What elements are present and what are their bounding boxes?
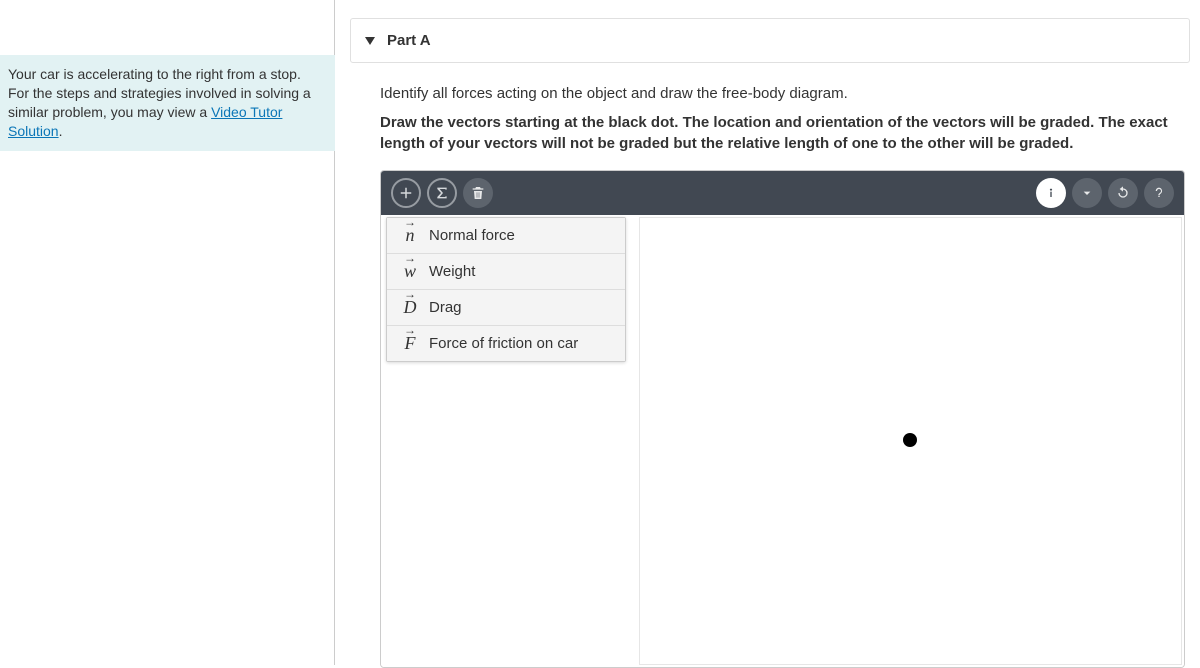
drawing-area[interactable] xyxy=(639,217,1182,665)
vector-symbol: n xyxy=(401,225,419,246)
canvas-body: n Normal force w Weight D Drag F Force o… xyxy=(381,215,1184,667)
vector-picker-menu: n Normal force w Weight D Drag F Force o… xyxy=(386,217,626,362)
question-text: Identify all forces acting on the object… xyxy=(380,83,1190,104)
part-header[interactable]: Part A xyxy=(350,18,1190,63)
vector-option-drag[interactable]: D Drag xyxy=(387,290,625,326)
chevron-down-icon xyxy=(1079,185,1095,201)
collapse-triangle-icon xyxy=(365,37,375,45)
context-text-tail: . xyxy=(59,123,63,139)
vector-label: Force of friction on car xyxy=(429,335,578,352)
vector-label: Weight xyxy=(429,263,475,280)
sum-button[interactable] xyxy=(427,178,457,208)
vector-symbol: w xyxy=(401,261,419,282)
plus-icon xyxy=(397,184,415,202)
part-label: Part A xyxy=(387,32,431,49)
vector-label: Normal force xyxy=(429,227,515,244)
info-icon xyxy=(1043,185,1059,201)
help-button[interactable] xyxy=(1144,178,1174,208)
delete-button[interactable] xyxy=(463,178,493,208)
vector-option-weight[interactable]: w Weight xyxy=(387,254,625,290)
vector-symbol: F xyxy=(401,333,419,354)
reset-icon xyxy=(1115,185,1131,201)
zoom-dropdown-button[interactable] xyxy=(1072,178,1102,208)
problem-context-box: Your car is accelerating to the right fr… xyxy=(0,55,335,151)
add-vector-button[interactable] xyxy=(391,178,421,208)
vector-option-normal[interactable]: n Normal force xyxy=(387,218,625,254)
canvas-toolbar xyxy=(381,171,1184,215)
vector-symbol: D xyxy=(401,297,419,318)
info-button[interactable] xyxy=(1036,178,1066,208)
vector-option-friction[interactable]: F Force of friction on car xyxy=(387,326,625,361)
origin-dot[interactable] xyxy=(903,433,917,447)
vector-label: Drag xyxy=(429,299,462,316)
drawing-canvas-frame: n Normal force w Weight D Drag F Force o… xyxy=(380,170,1185,668)
reset-button[interactable] xyxy=(1108,178,1138,208)
sigma-icon xyxy=(434,185,450,201)
question-icon xyxy=(1151,185,1167,201)
instruction-text: Draw the vectors starting at the black d… xyxy=(380,112,1190,154)
trash-icon xyxy=(470,185,486,201)
